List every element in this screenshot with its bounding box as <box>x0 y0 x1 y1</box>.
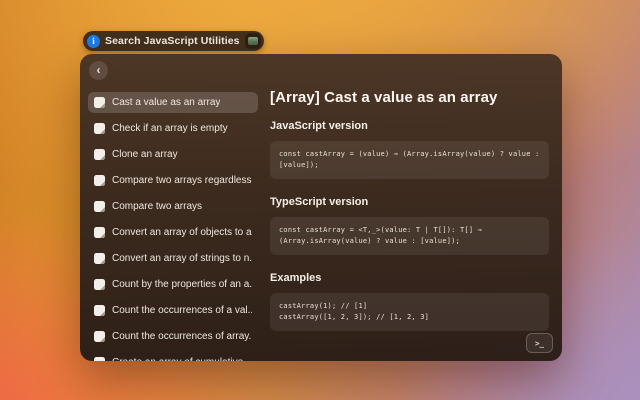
document-icon <box>94 227 105 238</box>
list-item-label: Convert an array of strings to n... <box>112 253 252 264</box>
terminal-button[interactable]: >_ <box>526 333 553 353</box>
back-button[interactable]: ‹ <box>89 61 108 80</box>
list-item-label: Cast a value as an array <box>112 97 220 108</box>
utilities-list: Cast a value as an array Check if an arr… <box>88 92 258 361</box>
menubar-app-icon-glyph <box>248 37 258 45</box>
document-icon <box>94 149 105 160</box>
list-item-label: Convert an array of objects to a... <box>112 227 252 238</box>
code-typescript: const castArray = <T,_>(value: T | T[]):… <box>279 225 540 247</box>
detail-pane: [Array] Cast a value as an array JavaScr… <box>270 84 549 361</box>
menubar-app-icon <box>245 33 261 49</box>
list-item-label: Count the occurrences of array... <box>112 331 252 342</box>
document-icon <box>94 357 105 361</box>
list-item[interactable]: Convert an array of strings to n... <box>88 248 258 269</box>
launcher-pill[interactable]: i Search JavaScript Utilities <box>83 31 264 51</box>
list-item[interactable]: Check if an array is empty <box>88 118 258 139</box>
list-item[interactable]: Compare two arrays regardless... <box>88 170 258 191</box>
document-icon <box>94 331 105 342</box>
document-icon <box>94 279 105 290</box>
document-icon <box>94 201 105 212</box>
document-icon <box>94 253 105 264</box>
section-heading-javascript: JavaScript version <box>270 120 549 132</box>
main-window: ‹ Cast a value as an array Check if an a… <box>80 54 562 361</box>
launcher-pill-label: Search JavaScript Utilities <box>105 35 240 47</box>
section-heading-examples: Examples <box>270 272 549 284</box>
code-block-typescript: const castArray = <T,_>(value: T | T[]):… <box>270 217 549 255</box>
section-heading-typescript: TypeScript version <box>270 196 549 208</box>
list-item[interactable]: Clone an array <box>88 144 258 165</box>
code-examples: castArray(1); // [1] castArray([1, 2, 3]… <box>279 301 540 323</box>
list-item-label: Clone an array <box>112 149 178 160</box>
code-block-examples: castArray(1); // [1] castArray([1, 2, 3]… <box>270 293 549 331</box>
list-item[interactable]: Count the occurrences of array... <box>88 326 258 347</box>
extension-icon: i <box>87 35 100 48</box>
list-item[interactable]: Count the occurrences of a val... <box>88 300 258 321</box>
document-icon <box>94 97 105 108</box>
document-icon <box>94 305 105 316</box>
code-javascript: const castArray = (value) ⇒ (Array.isArr… <box>279 149 540 171</box>
list-item-label: Compare two arrays <box>112 201 202 212</box>
list-item[interactable]: Count by the properties of an a... <box>88 274 258 295</box>
list-item-label: Count by the properties of an a... <box>112 279 252 290</box>
list-item-label: Compare two arrays regardless... <box>112 175 252 186</box>
terminal-icon: >_ <box>535 339 544 348</box>
desktop-background: i Search JavaScript Utilities ‹ Cast a v… <box>0 0 640 400</box>
page-title: [Array] Cast a value as an array <box>270 89 549 106</box>
list-item[interactable]: Create an array of cumulative... <box>88 352 258 361</box>
list-item[interactable]: Compare two arrays <box>88 196 258 217</box>
list-item-label: Count the occurrences of a val... <box>112 305 252 316</box>
code-block-javascript: const castArray = (value) ⇒ (Array.isArr… <box>270 141 549 179</box>
document-icon <box>94 123 105 134</box>
list-item-label: Check if an array is empty <box>112 123 228 134</box>
list-item[interactable]: Convert an array of objects to a... <box>88 222 258 243</box>
list-item-label: Create an array of cumulative... <box>112 357 252 361</box>
list-item[interactable]: Cast a value as an array <box>88 92 258 113</box>
document-icon <box>94 175 105 186</box>
